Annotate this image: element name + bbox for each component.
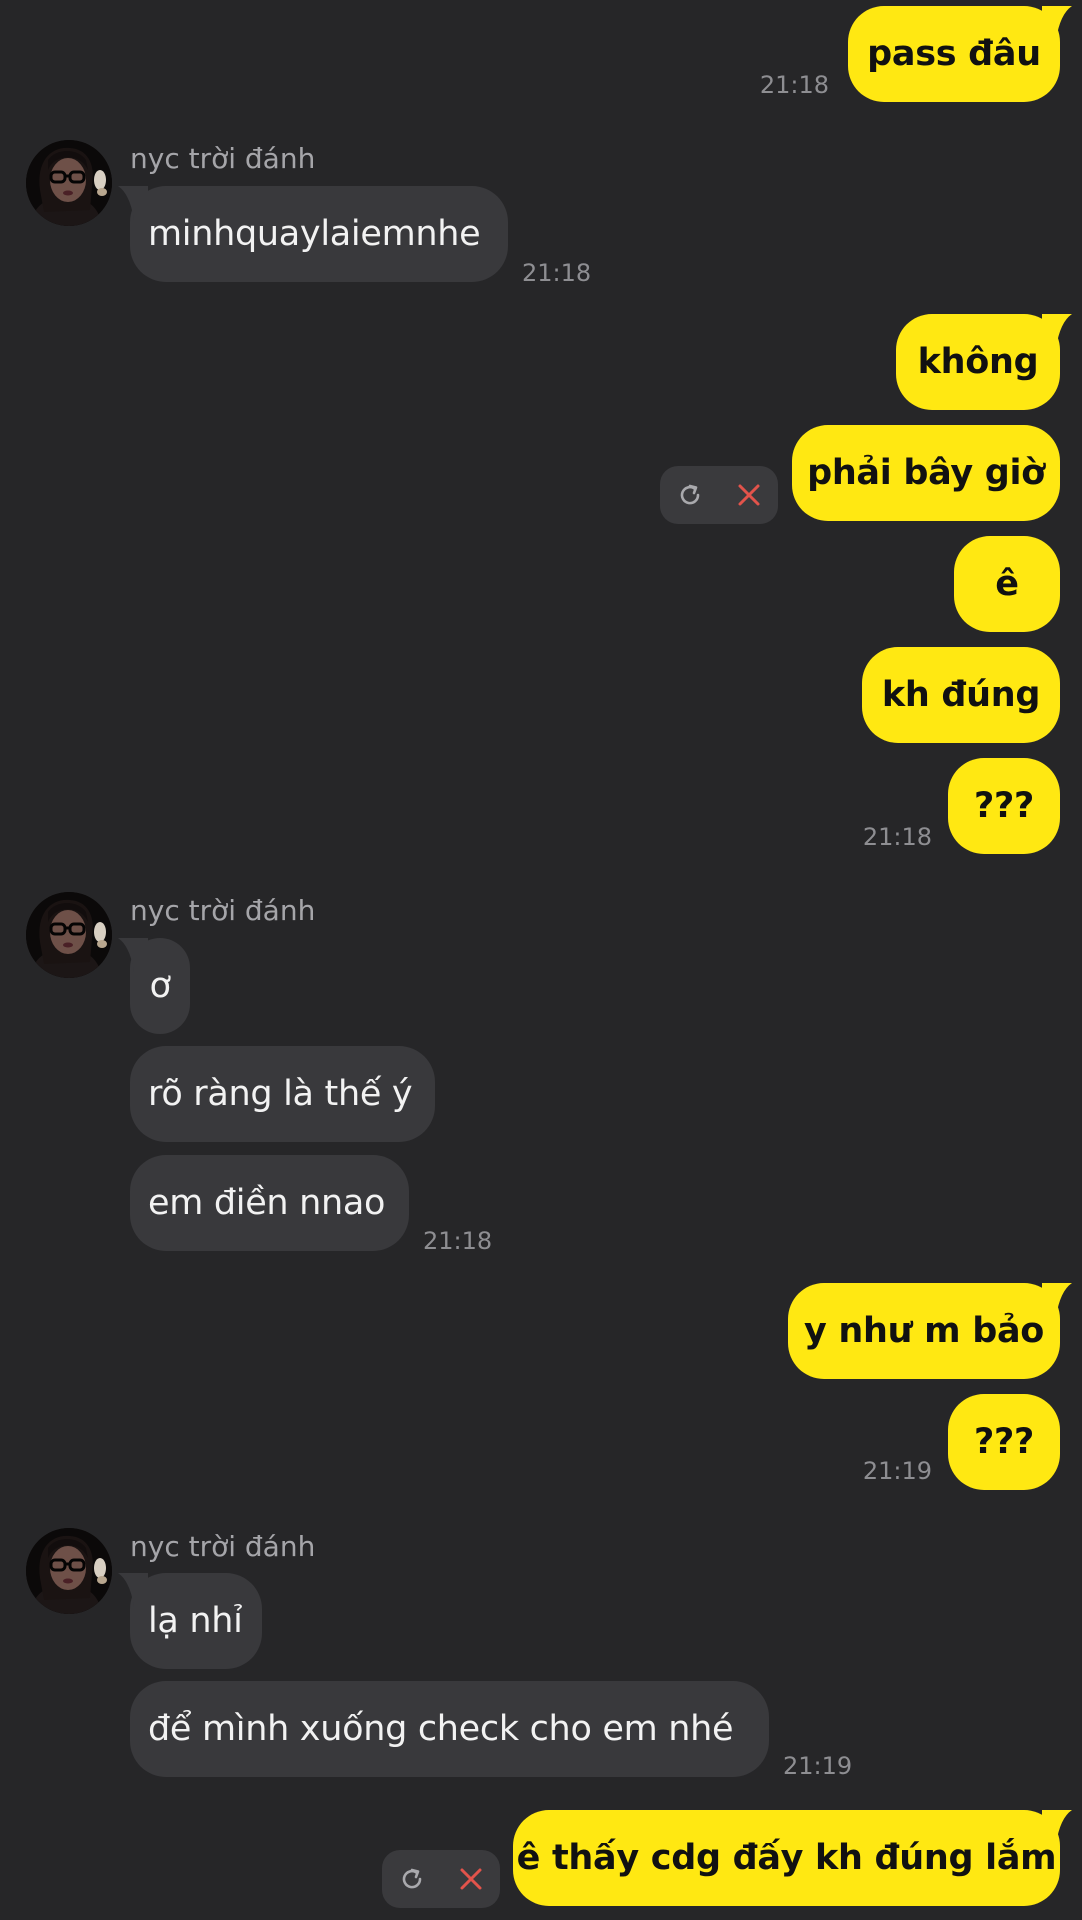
message-bubble-outgoing[interactable]: pass đâu <box>848 6 1072 102</box>
chat-message-list[interactable]: pass đâu 21:18 nyc trời đánh minhquaylai… <box>0 0 1082 1920</box>
refresh-icon <box>402 1868 421 1889</box>
message-text: phải bây giờ <box>807 453 1045 493</box>
message-text: lạ nhỉ <box>148 1601 243 1641</box>
message-text: để mình xuống check cho em nhé <box>148 1709 734 1749</box>
delete-failed-button[interactable] <box>441 1850 500 1908</box>
message-bubble-outgoing[interactable]: kh đúng <box>862 647 1060 743</box>
close-icon <box>460 1868 481 1890</box>
message-text: không <box>917 342 1039 382</box>
message-bubble-outgoing[interactable]: ??? <box>948 758 1060 854</box>
failed-message-actions <box>382 1850 500 1908</box>
failed-message-actions <box>660 466 778 524</box>
message-text: minhquaylaiemnhe <box>148 214 481 254</box>
message-bubble-outgoing[interactable]: không <box>896 314 1072 410</box>
message-text: ơ <box>149 966 171 1006</box>
message-bubble-outgoing[interactable]: ??? <box>948 1394 1060 1490</box>
message-timestamp: 21:18 <box>862 823 932 851</box>
sender-name: nyc trời đánh <box>130 894 316 927</box>
message-bubble-incoming[interactable]: ơ <box>118 938 190 1034</box>
message-text: ??? <box>974 786 1035 826</box>
bubble-tail <box>118 938 148 972</box>
message-timestamp: 21:18 <box>759 71 829 99</box>
close-icon <box>738 484 759 506</box>
message-bubble-incoming[interactable]: lạ nhỉ <box>118 1573 262 1669</box>
message-text: rõ ràng là thế ý <box>148 1074 413 1114</box>
message-text: ê thấy cdg đấy kh đúng lắm <box>516 1838 1057 1878</box>
avatar-photo <box>26 1528 112 1614</box>
bubble-tail <box>1042 1810 1072 1844</box>
message-text: kh đúng <box>881 675 1041 715</box>
refresh-icon <box>680 484 699 505</box>
message-text: em điền nnao <box>148 1183 386 1223</box>
message-bubble-outgoing[interactable]: ê thấy cdg đấy kh đúng lắm <box>513 1810 1072 1906</box>
bubble-tail <box>1042 6 1072 40</box>
message-text: ??? <box>974 1422 1035 1462</box>
bubble-tail <box>118 1573 148 1607</box>
avatar-photo <box>26 892 112 978</box>
message-text: ê <box>995 564 1019 604</box>
message-bubble-incoming[interactable]: để mình xuống check cho em nhé <box>130 1681 769 1777</box>
contact-avatar[interactable] <box>26 1528 112 1614</box>
contact-avatar[interactable] <box>26 892 112 978</box>
retry-button[interactable] <box>660 466 719 524</box>
message-bubble-outgoing[interactable]: ê <box>954 536 1060 632</box>
message-bubble-outgoing[interactable]: phải bây giờ <box>792 425 1060 521</box>
delete-failed-button[interactable] <box>719 466 778 524</box>
bubble-tail <box>1042 1283 1072 1317</box>
bubble-tail <box>1042 314 1072 348</box>
message-timestamp: 21:19 <box>862 1457 932 1485</box>
message-bubble-incoming[interactable]: em điền nnao <box>130 1155 409 1251</box>
message-timestamp: 21:18 <box>522 259 592 287</box>
message-timestamp: 21:18 <box>423 1227 493 1255</box>
bubble-tail <box>118 186 148 220</box>
message-text: y như m bảo <box>804 1311 1045 1351</box>
avatar-photo <box>26 140 112 226</box>
sender-name: nyc trời đánh <box>130 142 316 175</box>
message-bubble-outgoing[interactable]: y như m bảo <box>788 1283 1072 1379</box>
message-timestamp: 21:19 <box>783 1752 853 1780</box>
message-bubble-incoming[interactable]: minhquaylaiemnhe <box>118 186 508 282</box>
retry-button[interactable] <box>382 1850 441 1908</box>
contact-avatar[interactable] <box>26 140 112 226</box>
sender-name: nyc trời đánh <box>130 1530 316 1563</box>
message-text: pass đâu <box>867 34 1041 74</box>
message-bubble-incoming[interactable]: rõ ràng là thế ý <box>130 1046 435 1142</box>
